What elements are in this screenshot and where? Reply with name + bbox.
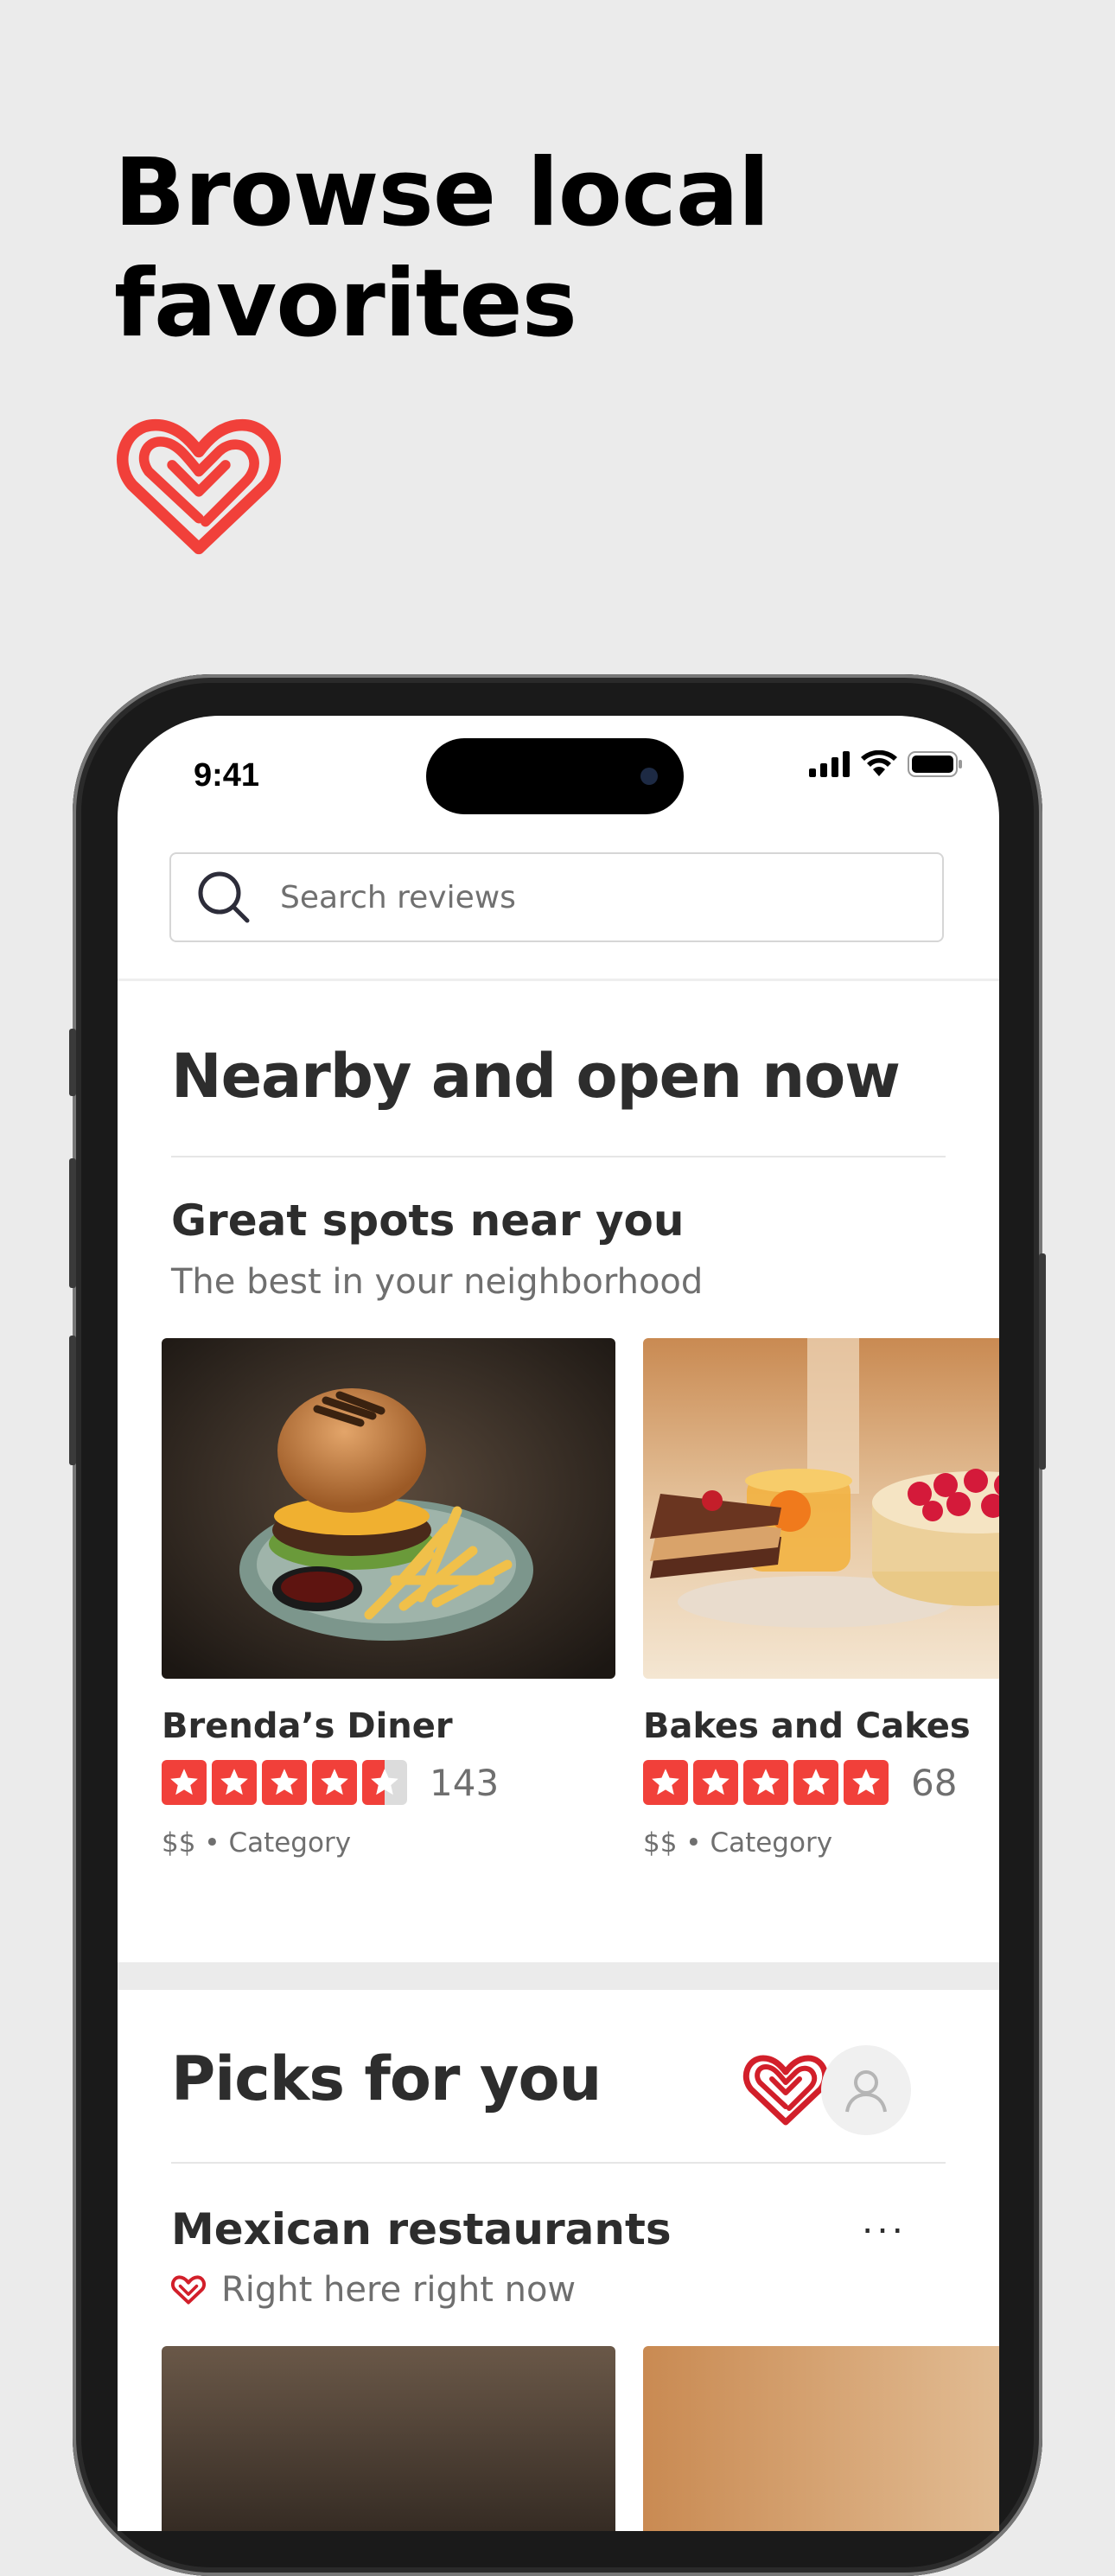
search-bar[interactable] [169, 852, 944, 942]
battery-icon [908, 751, 962, 777]
phone-power-button [1039, 1253, 1046, 1470]
phone-volume-down-button [69, 1336, 76, 1465]
burger-and-fries-photo[interactable] [162, 1338, 615, 1679]
business-card-bakes-and-cakes[interactable]: Bakes and Cakes 68 $$ • Category [643, 1338, 999, 1859]
star-icon [212, 1760, 257, 1805]
half-star-icon [362, 1760, 407, 1805]
search-input[interactable] [278, 878, 870, 916]
signal-icon [809, 751, 850, 777]
phone-volume-up-button [69, 1158, 76, 1288]
star-icon [693, 1760, 738, 1805]
business-meta: $$ • Category [162, 1827, 352, 1859]
heart-logo-icon [742, 2055, 829, 2126]
business-card-brendas-diner[interactable]: Brenda’s Diner 143 $$ • Category [162, 1338, 615, 1859]
header-divider [118, 979, 999, 981]
phone-side-button [69, 1029, 76, 1096]
pick-card-photo[interactable] [643, 2346, 999, 2531]
subsection-caption-row: Right here right now [171, 2270, 576, 2310]
star-icon [262, 1760, 307, 1805]
user-avatar[interactable] [821, 2045, 911, 2135]
star-icon [743, 1760, 788, 1805]
more-icon[interactable]: ··· [861, 2204, 906, 2251]
business-name[interactable]: Brenda’s Diner [162, 1706, 615, 1746]
promo-title-line-1: Browse local [114, 139, 770, 247]
search-icon [198, 871, 250, 923]
star-rating: 143 [162, 1760, 615, 1805]
camera-icon [640, 768, 658, 785]
cakes-and-tea-photo[interactable] [643, 1338, 999, 1679]
phone-screen: 9:41 Nearby and open now Great spots n [118, 716, 999, 2531]
status-icons [809, 750, 963, 778]
subsection-title-mexican: Mexican restaurants [171, 2204, 672, 2254]
pick-card-photo[interactable] [162, 2346, 615, 2531]
star-icon [643, 1760, 688, 1805]
section-divider [171, 1156, 946, 1157]
heart-logo-icon [117, 418, 281, 555]
status-time: 9:41 [194, 757, 260, 794]
star-icon [162, 1760, 207, 1805]
promo-title-line-2: favorites [114, 250, 577, 358]
wifi-icon [861, 750, 897, 776]
star-icon [312, 1760, 357, 1805]
business-meta: $$ • Category [643, 1827, 833, 1859]
star-icon [793, 1760, 838, 1805]
subsection-title-great-spots: Great spots near you [171, 1196, 685, 1246]
section-title-picks: Picks for you [171, 2044, 602, 2114]
review-count: 143 [430, 1761, 500, 1804]
subsection-caption: The best in your neighborhood [171, 1262, 704, 1302]
user-avatar-icon [845, 2070, 887, 2113]
review-count: 68 [911, 1761, 958, 1804]
heart-logo-icon [171, 2275, 206, 2305]
promo-title: Browse local favorites [114, 138, 770, 360]
dynamic-island [426, 738, 684, 814]
star-rating: 68 [643, 1760, 999, 1805]
section-title-nearby: Nearby and open now [171, 1041, 901, 1112]
section-separator [118, 1962, 999, 1990]
section-divider [171, 2162, 946, 2164]
star-icon [844, 1760, 889, 1805]
subsection-caption: Right here right now [221, 2270, 577, 2310]
business-name[interactable]: Bakes and Cakes [643, 1706, 999, 1746]
